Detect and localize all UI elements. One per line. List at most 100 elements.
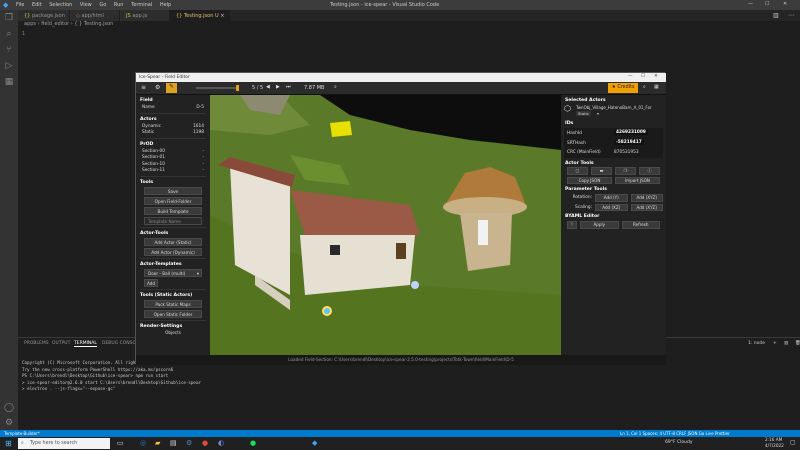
- settings-gear-icon[interactable]: ⚙: [0, 415, 18, 431]
- branch-status[interactable]: Template-Builder*: [4, 431, 40, 436]
- explorer-icon[interactable]: ❐: [0, 10, 18, 26]
- add-actor-static-button[interactable]: Add Actor (Static): [144, 237, 202, 246]
- copy-json-button[interactable]: Copy JSON: [567, 176, 612, 184]
- taskbar-search[interactable]: ⌕ Type here to search: [18, 438, 110, 449]
- next-icon[interactable]: ⏭: [286, 84, 291, 90]
- extensions-icon[interactable]: ▦: [0, 74, 18, 90]
- slider-track[interactable]: [196, 87, 238, 89]
- copy-icon[interactable]: ❐: [615, 167, 636, 175]
- static-value: 1198: [193, 130, 204, 135]
- right-panel: Selected Actors ⬡ TwnObj_Village_HatenoB…: [561, 95, 666, 355]
- refresh-button[interactable]: Refresh: [621, 221, 660, 229]
- hashid-value[interactable]: 4269231009: [614, 130, 648, 135]
- search-actor-icon[interactable]: ⌕: [643, 84, 646, 90]
- search-icon[interactable]: ⌕: [0, 26, 18, 42]
- byaml-toggle-icon[interactable]: !: [567, 221, 577, 229]
- app-icon[interactable]: ●: [202, 439, 208, 447]
- tab-package-json[interactable]: {} package.json: [18, 10, 70, 21]
- menu-file[interactable]: File: [16, 2, 24, 8]
- play-icon[interactable]: ▶: [276, 84, 280, 90]
- template-name-input[interactable]: Template Name: [144, 216, 202, 225]
- minimize-icon[interactable]: —: [748, 1, 753, 7]
- breadcrumb[interactable]: apps › field_editor › { } Testing.json: [18, 21, 800, 29]
- scaling-add-xyz-button[interactable]: Add (XYZ): [630, 203, 663, 211]
- search-icon[interactable]: ⌕: [334, 84, 337, 90]
- steam-icon[interactable]: ⚙: [186, 439, 192, 447]
- rotation-add-y-button[interactable]: Add (Y): [595, 194, 628, 202]
- maximize-icon[interactable]: ☐: [765, 1, 769, 7]
- tab-app-js[interactable]: JS app.js: [120, 10, 170, 21]
- run-debug-icon[interactable]: ▷: [0, 58, 18, 74]
- fe-close-icon[interactable]: ✕: [654, 74, 658, 79]
- more-actions-icon[interactable]: ⋯: [788, 12, 794, 19]
- source-control-icon[interactable]: ⑂: [0, 42, 18, 58]
- delete-icon[interactable]: ▬: [591, 167, 612, 175]
- windows-start-icon[interactable]: ⊞: [5, 439, 12, 448]
- edit-tool-icon[interactable]: ✎: [166, 83, 177, 93]
- terminal-output[interactable]: Copyright (C) Microsoft Corporation. All…: [22, 360, 462, 430]
- fe-minimize-icon[interactable]: —: [628, 74, 633, 79]
- apply-button[interactable]: Apply: [580, 221, 619, 229]
- add-template-button[interactable]: Add: [144, 278, 158, 287]
- clock-time[interactable]: 2:16 AM: [765, 437, 782, 442]
- menu-selection[interactable]: Selection: [49, 2, 72, 8]
- discord-icon[interactable]: ◐: [218, 439, 224, 447]
- menu-help[interactable]: Help: [160, 2, 171, 8]
- menu-view[interactable]: View: [80, 2, 92, 8]
- add-terminal-icon[interactable]: +: [773, 341, 777, 346]
- info-icon[interactable]: ⓘ: [639, 167, 660, 175]
- file-explorer-icon[interactable]: ▰: [155, 439, 160, 447]
- pack-static-maps-button[interactable]: Pack Static Maps: [144, 299, 202, 308]
- render-settings-header: Render-Settings: [140, 323, 183, 329]
- edge-icon[interactable]: ◎: [140, 439, 146, 447]
- account-icon[interactable]: ◯: [0, 400, 18, 416]
- weather-widget[interactable]: 69°F Cloudy: [665, 440, 693, 445]
- rotation-add-xyz-button[interactable]: Add (XYZ): [630, 194, 663, 202]
- menu-terminal[interactable]: Terminal: [131, 2, 152, 8]
- split-terminal-icon[interactable]: ▥: [784, 341, 788, 346]
- menu-icon[interactable]: ≡: [141, 84, 146, 91]
- slider-handle[interactable]: [236, 85, 239, 91]
- tab-terminal[interactable]: TERMINAL: [74, 341, 97, 347]
- store-icon[interactable]: ▤: [170, 439, 177, 447]
- left-panel: Field Name D-5 Actors Dynamic 1614 Static 1…: [136, 95, 210, 355]
- open-field-folder-button[interactable]: Open Field-Folder: [144, 196, 202, 205]
- dynamic-label: Dynamic: [142, 123, 161, 129]
- open-static-folder-button[interactable]: Open Static Folder: [144, 309, 202, 318]
- fe-maximize-icon[interactable]: ☐: [641, 74, 645, 79]
- terminal-select[interactable]: 1: node: [748, 341, 765, 346]
- menu-edit[interactable]: Edit: [32, 2, 42, 8]
- tab-problems[interactable]: PROBLEMS: [24, 341, 49, 346]
- close-icon[interactable]: ✕: [783, 1, 787, 7]
- ids-header: IDs: [565, 121, 574, 126]
- tab-output[interactable]: OUTPUT: [52, 341, 70, 346]
- trash-icon[interactable]: 🗑: [795, 341, 800, 346]
- tab-close-icon[interactable]: ×: [220, 13, 224, 19]
- task-view-icon[interactable]: ▭: [117, 439, 124, 447]
- select-icon[interactable]: ▢: [567, 167, 588, 175]
- scaling-add-xz-button[interactable]: Add (XZ): [595, 203, 628, 211]
- menu-go[interactable]: Go: [99, 2, 106, 8]
- save-button[interactable]: Save: [144, 186, 202, 195]
- add-actor-dynamic-button[interactable]: Add Actor (Dynamic): [144, 247, 202, 256]
- spotify-icon[interactable]: ●: [250, 439, 256, 447]
- editor-status[interactable]: Ln 1, Col 1 Spaces: 4 UTF-8 CRLF JSON Go…: [620, 431, 730, 436]
- settings-icon[interactable]: ⚙: [155, 84, 160, 91]
- prev-icon[interactable]: ◀: [266, 84, 270, 90]
- menu-run[interactable]: Run: [114, 2, 124, 8]
- field-editor-titlebar: Ice-Spear - Field Editor — ☐ ✕: [136, 73, 666, 82]
- clock-date[interactable]: 4/7/2022: [765, 443, 784, 448]
- credits-button[interactable]: ★ Credits: [608, 83, 638, 93]
- srthash-value[interactable]: -58219417: [614, 140, 644, 145]
- grid-icon[interactable]: ▦: [654, 84, 659, 90]
- selected-actor[interactable]: ⬡ TwnObj_Village_HatenoBarn_A_01_For Sta…: [561, 104, 666, 118]
- template-select[interactable]: Door - Ball (multi) ▾: [144, 268, 202, 277]
- import-json-button[interactable]: Import JSON: [615, 176, 660, 184]
- notification-icon[interactable]: ▢: [790, 439, 796, 446]
- build-template-button[interactable]: Build Template: [144, 206, 202, 215]
- tab-app-html[interactable]: ◇ app/html: [70, 10, 120, 21]
- 3d-viewport[interactable]: [210, 95, 561, 355]
- vscode-task-icon[interactable]: ◆: [312, 439, 317, 447]
- split-editor-icon[interactable]: ▥: [773, 12, 779, 19]
- tab-testing-json[interactable]: {} Testing.json U ×: [170, 10, 230, 21]
